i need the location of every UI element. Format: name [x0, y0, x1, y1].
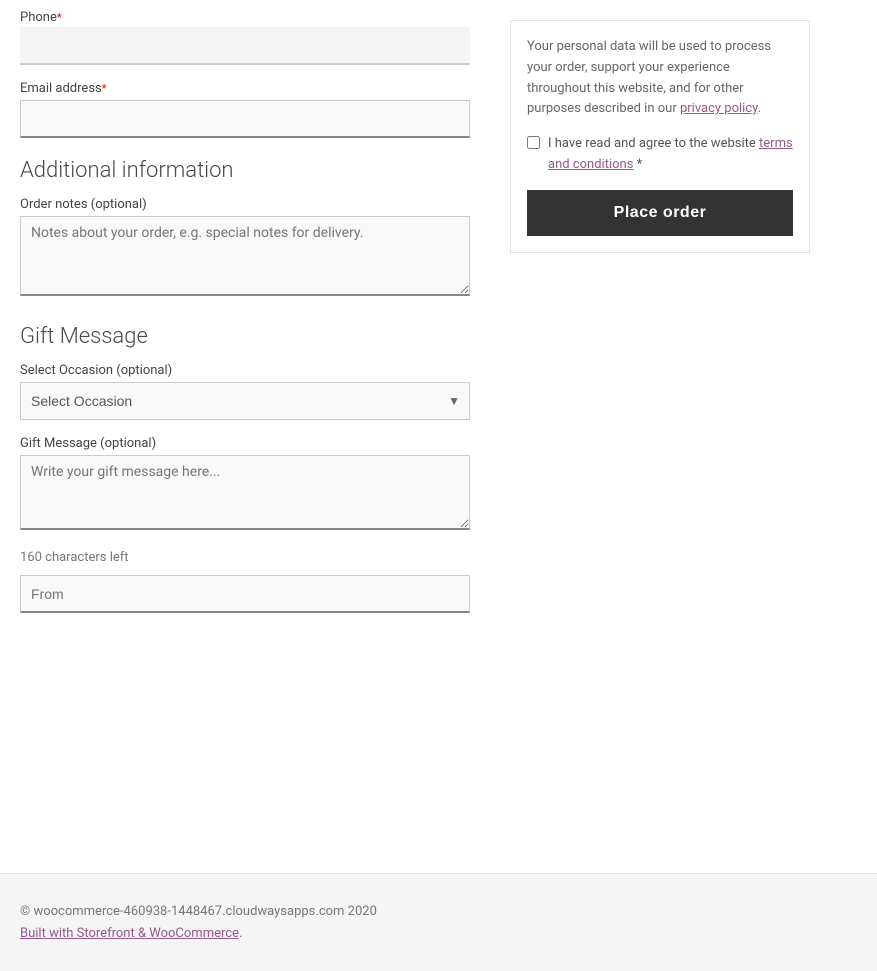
char-count: 160 characters left: [20, 550, 470, 565]
main-content: Phone* Email address* Additional informa…: [0, 0, 877, 833]
email-field-group: Email address*: [20, 81, 470, 138]
order-notes-group: Order notes (optional): [20, 197, 470, 300]
gift-message-label: Gift Message (optional): [20, 436, 470, 451]
gift-message-textarea[interactable]: [20, 455, 470, 530]
footer-period: .: [239, 926, 242, 941]
phone-field-group: Phone*: [20, 10, 470, 65]
select-occasion-label: Select Occasion (optional): [20, 363, 470, 378]
gift-message-group: Gift Message (optional): [20, 436, 470, 534]
email-required: *: [102, 82, 107, 95]
privacy-policy-link[interactable]: privacy policy: [680, 101, 758, 116]
terms-label: I have read and agree to the website ter…: [548, 134, 793, 176]
footer-storefront-link[interactable]: Built with Storefront & WooCommerce: [20, 926, 239, 941]
from-input[interactable]: [20, 575, 470, 613]
right-column: Your personal data will be used to proce…: [510, 0, 810, 833]
order-notes-textarea[interactable]: [20, 216, 470, 296]
footer-copyright: © woocommerce-460938-1448467.cloudwaysap…: [20, 904, 857, 919]
page-wrapper: Phone* Email address* Additional informa…: [0, 0, 877, 971]
order-notes-label: Order notes (optional): [20, 197, 470, 212]
email-label: Email address*: [20, 81, 470, 96]
phone-input[interactable]: [20, 27, 470, 65]
email-input[interactable]: [20, 100, 470, 138]
privacy-text: Your personal data will be used to proce…: [527, 37, 793, 120]
gift-message-heading: Gift Message: [20, 324, 470, 349]
place-order-button[interactable]: Place order: [527, 190, 793, 236]
phone-required: *: [57, 11, 62, 24]
terms-row: I have read and agree to the website ter…: [527, 134, 793, 176]
additional-info-heading: Additional information: [20, 158, 470, 183]
site-footer: © woocommerce-460938-1448467.cloudwaysap…: [0, 873, 877, 971]
select-occasion-dropdown[interactable]: Select Occasion Birthday Anniversary Chr…: [20, 382, 470, 420]
left-column: Phone* Email address* Additional informa…: [20, 0, 470, 833]
terms-checkbox[interactable]: [527, 136, 540, 149]
select-occasion-group: Select Occasion (optional) Select Occasi…: [20, 363, 470, 420]
terms-required: *: [637, 157, 643, 172]
privacy-box: Your personal data will be used to proce…: [510, 20, 810, 253]
phone-label: Phone*: [20, 10, 470, 25]
select-occasion-wrapper: Select Occasion Birthday Anniversary Chr…: [20, 382, 470, 420]
